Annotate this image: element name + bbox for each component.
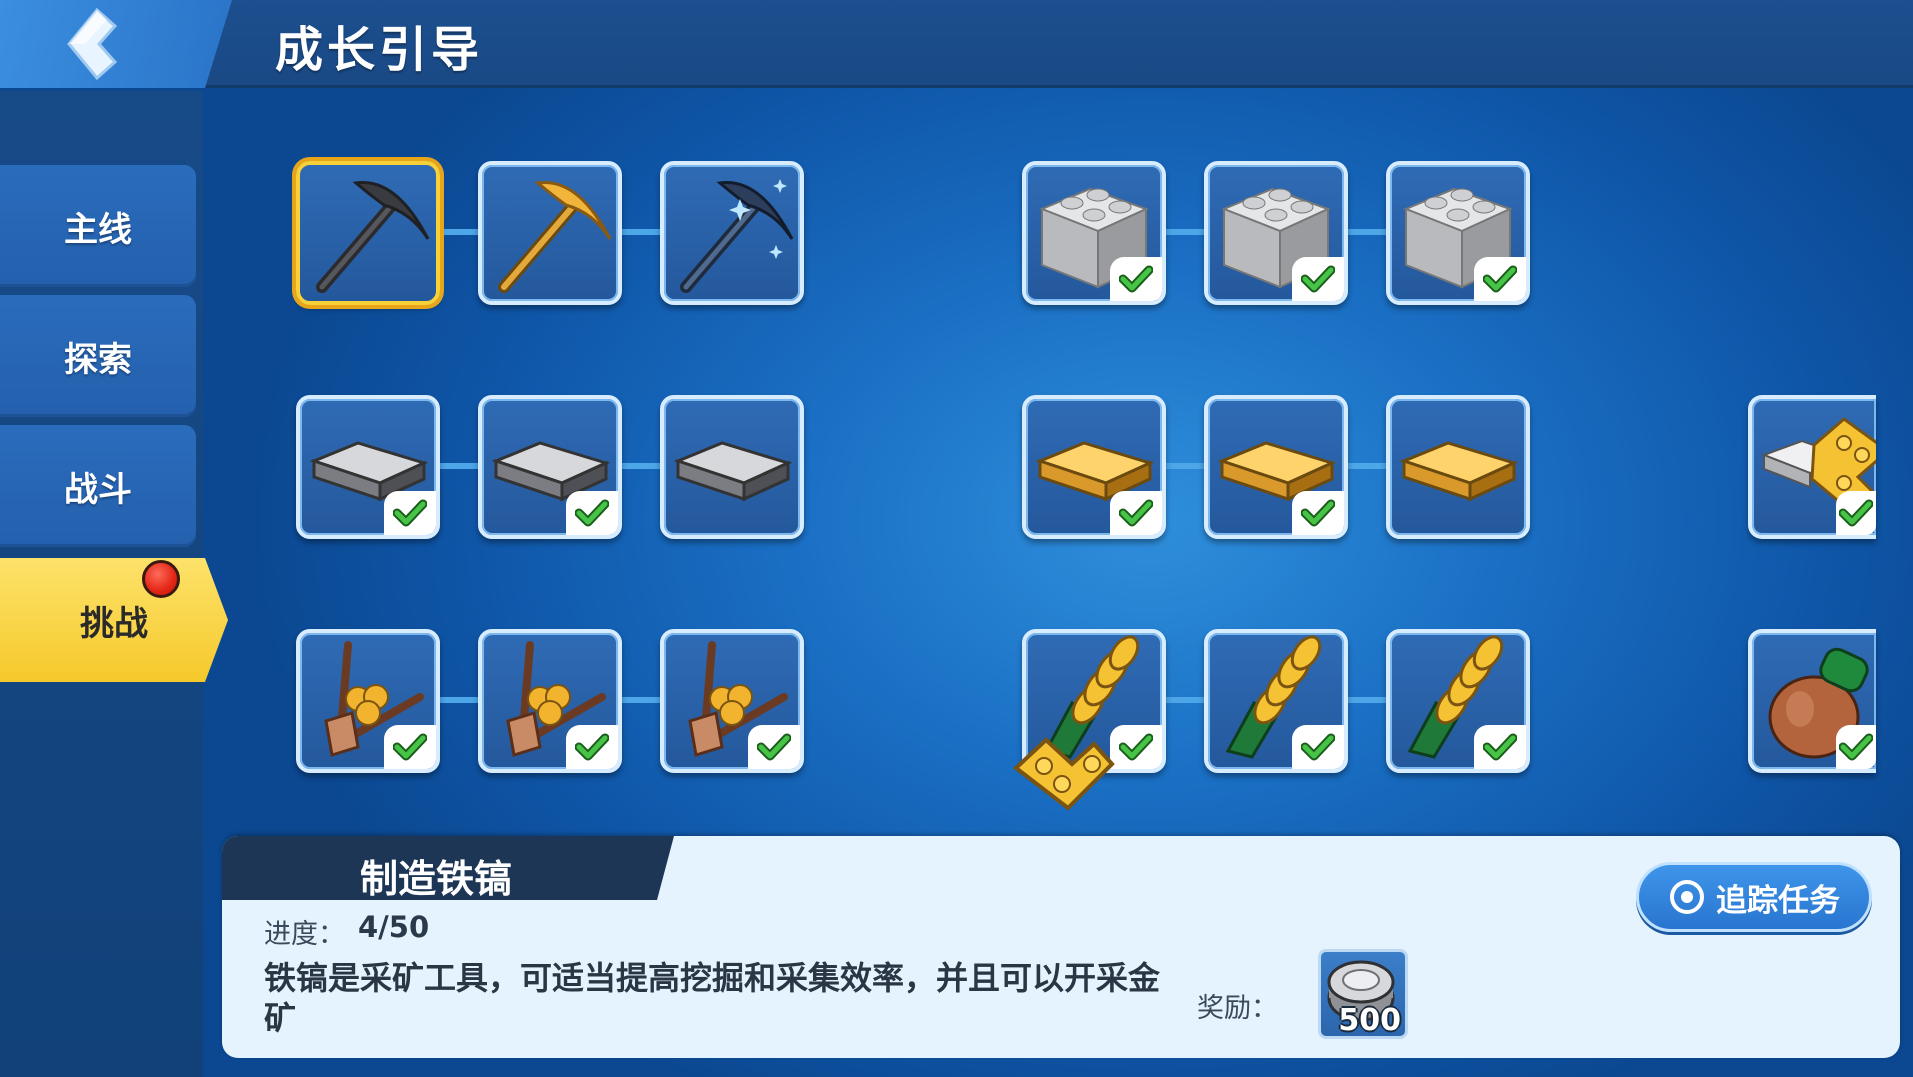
grid-item-grey-brick[interactable] — [1386, 161, 1530, 305]
completed-check-icon — [1110, 257, 1162, 301]
reward-label: 奖励： — [1197, 993, 1278, 1024]
progress-label: 进度： — [264, 919, 345, 950]
grid-item-gold-pickaxe[interactable] — [478, 161, 622, 305]
progress-connector — [1166, 229, 1208, 235]
grid-item-tree-sapling[interactable] — [660, 629, 804, 773]
tab-label: 战斗 — [64, 469, 132, 510]
task-description: 铁镐是采矿工具，可适当提高挖掘和采集效率，并且可以开采金矿 — [264, 959, 1161, 1037]
progress-connector — [440, 229, 482, 235]
back-button[interactable] — [55, 4, 135, 84]
page-title: 成长引导 — [275, 22, 484, 78]
progress-connector — [440, 463, 482, 469]
grid-item-gold-ingot[interactable] — [1022, 395, 1166, 539]
task-title: 制造铁镐 — [360, 857, 513, 901]
completed-check-icon — [1292, 725, 1344, 769]
progress-connector — [622, 229, 664, 235]
tab-combat[interactable]: 战斗 — [0, 425, 196, 547]
grid-item-tree-sapling[interactable] — [296, 629, 440, 773]
completed-check-icon — [1836, 491, 1876, 535]
completed-check-icon — [1110, 491, 1162, 535]
track-task-label: 追踪任务 — [1716, 882, 1840, 919]
progress-value: 4/50 — [358, 910, 430, 944]
progress-connector — [622, 463, 664, 469]
gold-pickaxe-icon — [498, 180, 612, 293]
completed-check-icon — [384, 491, 436, 535]
tab-challenge[interactable]: 挑战 — [0, 558, 228, 682]
completed-check-icon — [748, 725, 800, 769]
grid-item-grey-brick[interactable] — [1022, 161, 1166, 305]
grid-item-crystal-pickaxe[interactable] — [660, 161, 804, 305]
eye-icon — [1670, 880, 1704, 914]
back-arrow-icon — [67, 7, 118, 81]
grid-item-tree-sapling[interactable] — [478, 629, 622, 773]
progress-connector — [1166, 463, 1208, 469]
completed-check-icon — [1110, 725, 1162, 769]
grid-item-corn-stalk[interactable] — [1204, 629, 1348, 773]
grid-item-iron-ingot[interactable] — [296, 395, 440, 539]
iron-pickaxe-icon — [316, 180, 430, 293]
grid-item-ingot-and-brick[interactable] — [1748, 395, 1876, 539]
top-bar: 成长引导 — [0, 0, 1913, 88]
grid-item-iron-ingot[interactable] — [478, 395, 622, 539]
progress-connector — [1166, 697, 1208, 703]
grid-item-iron-pickaxe[interactable] — [296, 161, 440, 305]
game-screen: 成长引导 主线 探索 战斗 挑战 制造铁镐 进度： 4/50 铁镐是采矿工具，可… — [0, 0, 1913, 1077]
completed-check-icon — [1474, 725, 1526, 769]
crystal-pickaxe-icon — [680, 179, 794, 293]
progress-connector — [1348, 697, 1390, 703]
tab-label: 探索 — [64, 339, 132, 380]
notification-badge — [142, 560, 180, 598]
gold-brick-reward-icon — [1012, 737, 1115, 811]
tab-main-quest[interactable]: 主线 — [0, 165, 196, 287]
tab-label: 挑战 — [80, 603, 148, 644]
progress-connector — [1348, 463, 1390, 469]
progress-connector — [622, 697, 664, 703]
grid-item-corn-stalk[interactable] — [1386, 629, 1530, 773]
grid-item-gold-ingot[interactable] — [1386, 395, 1530, 539]
completed-check-icon — [1836, 725, 1876, 769]
tab-label: 主线 — [64, 209, 132, 250]
progress-connector — [1348, 229, 1390, 235]
grid-item-grey-brick[interactable] — [1204, 161, 1348, 305]
completed-check-icon — [566, 491, 618, 535]
grid-item-iron-ingot[interactable] — [660, 395, 804, 539]
gold-ingot-icon — [1399, 441, 1519, 502]
grid-item-gold-ingot[interactable] — [1204, 395, 1348, 539]
completed-check-icon — [384, 725, 436, 769]
tab-explore[interactable]: 探索 — [0, 295, 196, 417]
completed-check-icon — [566, 725, 618, 769]
grid-item-potion-jar[interactable] — [1748, 629, 1876, 773]
iron-ingot-icon — [673, 441, 793, 502]
reward-amount: 500 — [1338, 1003, 1401, 1038]
track-task-button[interactable]: 追踪任务 — [1636, 862, 1872, 932]
reward-item[interactable]: 500 — [1318, 949, 1408, 1039]
completed-check-icon — [1292, 491, 1344, 535]
completed-check-icon — [1292, 257, 1344, 301]
completed-check-icon — [1474, 257, 1526, 301]
progress-connector — [440, 697, 482, 703]
